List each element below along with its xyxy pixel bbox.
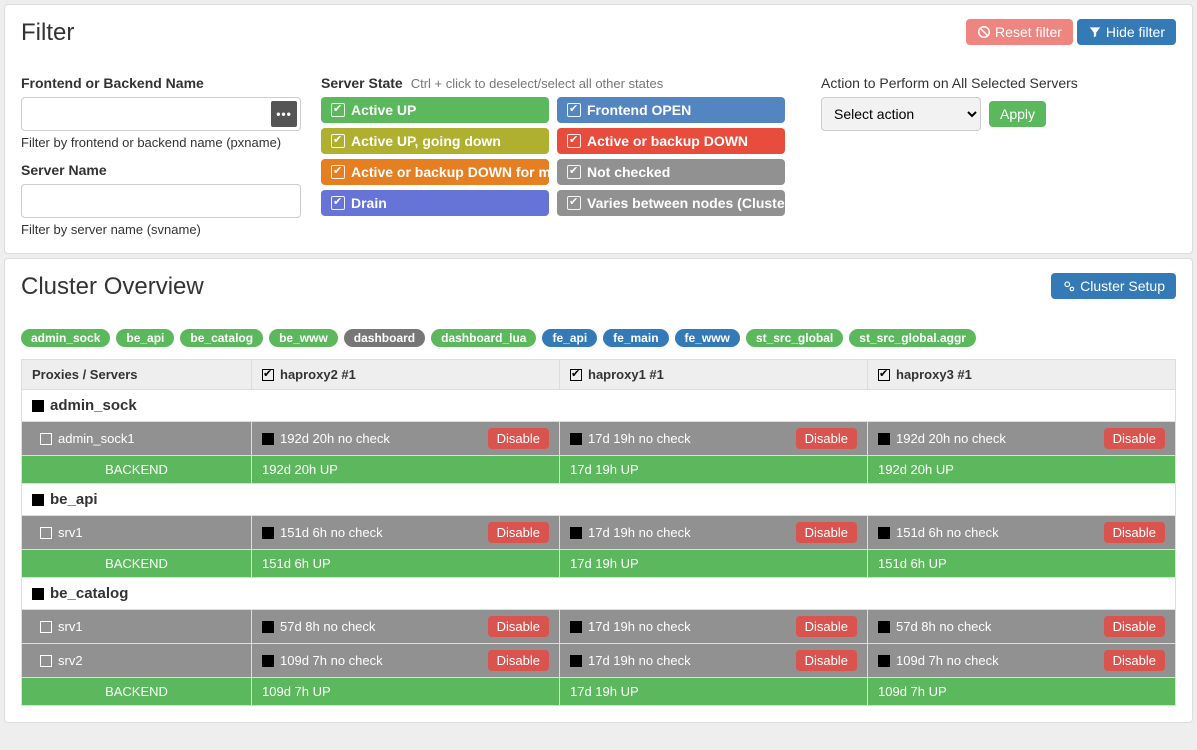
state-toggle[interactable]: Active UP [321, 97, 549, 123]
server-row: srv157d 8h no checkDisable17d 19h no che… [22, 610, 1176, 644]
reset-filter-button[interactable]: Reset filter [966, 19, 1073, 45]
node-header: haproxy2 #1 [252, 360, 560, 390]
proxy-tag[interactable]: st_src_global [746, 329, 843, 347]
server-row: admin_sock1192d 20h no checkDisable17d 1… [22, 422, 1176, 456]
server-row: srv1151d 6h no checkDisable17d 19h no ch… [22, 516, 1176, 550]
disable-button[interactable]: Disable [1104, 650, 1165, 671]
state-checkbox[interactable] [567, 103, 581, 117]
square-icon [570, 527, 582, 539]
group-row: admin_sock [22, 390, 1176, 422]
proxy-tag[interactable]: admin_sock [21, 329, 110, 347]
cluster-setup-button[interactable]: Cluster Setup [1051, 273, 1176, 299]
proxy-tag[interactable]: fe_main [603, 329, 668, 347]
square-icon [570, 433, 582, 445]
disable-button[interactable]: Disable [488, 650, 549, 671]
backend-row: BACKEND151d 6h UP17d 19h UP151d 6h UP [22, 550, 1176, 578]
proxy-tag[interactable]: be_catalog [180, 329, 263, 347]
server-checkbox[interactable] [40, 621, 52, 633]
state-filter-label: Server State [321, 75, 403, 91]
state-toggle[interactable]: Drain [321, 190, 549, 216]
server-filter-hint: Filter by server name (svname) [21, 222, 301, 237]
disable-button[interactable]: Disable [488, 616, 549, 637]
state-toggle[interactable]: Not checked [557, 159, 785, 185]
square-icon [262, 621, 274, 633]
apply-button[interactable]: Apply [989, 101, 1046, 127]
backend-row: BACKEND192d 20h UP17d 19h UP192d 20h UP [22, 456, 1176, 484]
name-filter-hint: Filter by frontend or backend name (pxna… [21, 135, 301, 150]
cluster-table: Proxies / Servershaproxy2 #1haproxy1 #1h… [21, 359, 1176, 706]
node-header: haproxy3 #1 [868, 360, 1176, 390]
hide-filter-button[interactable]: Hide filter [1077, 19, 1176, 45]
node-checkbox[interactable] [878, 369, 890, 381]
disable-button[interactable]: Disable [488, 522, 549, 543]
filter-title: Filter [21, 19, 74, 47]
square-icon [32, 400, 44, 412]
node-header: haproxy1 #1 [560, 360, 868, 390]
square-icon [570, 621, 582, 633]
disable-button[interactable]: Disable [796, 522, 857, 543]
disable-button[interactable]: Disable [796, 616, 857, 637]
proxy-tag[interactable]: be_www [269, 329, 338, 347]
overview-panel: Cluster Overview Cluster Setup admin_soc… [4, 258, 1193, 723]
state-checkbox[interactable] [331, 134, 345, 148]
proxy-tag[interactable]: dashboard [344, 329, 425, 347]
group-row: be_catalog [22, 578, 1176, 610]
proxy-tag[interactable]: fe_api [542, 329, 597, 347]
square-icon [878, 655, 890, 667]
square-icon [878, 621, 890, 633]
state-toggle[interactable]: Frontend OPEN [557, 97, 785, 123]
state-checkbox[interactable] [567, 165, 581, 179]
disable-button[interactable]: Disable [796, 428, 857, 449]
square-icon [32, 494, 44, 506]
state-toggle[interactable]: Active or backup DOWN for maintenance [321, 159, 549, 185]
ban-icon [977, 25, 991, 39]
square-icon [262, 433, 274, 445]
square-icon [32, 588, 44, 600]
server-checkbox[interactable] [40, 433, 52, 445]
square-icon [878, 527, 890, 539]
state-filter-help: Ctrl + click to deselect/select all othe… [411, 76, 664, 91]
state-checkbox[interactable] [331, 196, 345, 210]
proxy-tag[interactable]: dashboard_lua [431, 329, 536, 347]
disable-button[interactable]: Disable [1104, 428, 1165, 449]
overview-title: Cluster Overview [21, 273, 204, 301]
disable-button[interactable]: Disable [1104, 616, 1165, 637]
backend-row: BACKEND109d 7h UP17d 19h UP109d 7h UP [22, 678, 1176, 706]
server-filter-input[interactable] [21, 184, 301, 218]
node-checkbox[interactable] [570, 369, 582, 381]
state-toggle[interactable]: Varies between nodes (Cluster) [557, 190, 785, 216]
name-filter-label: Frontend or Backend Name [21, 75, 301, 91]
server-filter-label: Server Name [21, 162, 301, 178]
state-checkbox[interactable] [331, 103, 345, 117]
square-icon [262, 655, 274, 667]
action-label: Action to Perform on All Selected Server… [821, 75, 1121, 91]
state-checkbox[interactable] [567, 134, 581, 148]
state-toggle[interactable]: Active or backup DOWN [557, 128, 785, 154]
node-checkbox[interactable] [262, 369, 274, 381]
server-checkbox[interactable] [40, 655, 52, 667]
proxy-tag[interactable]: be_api [116, 329, 174, 347]
filter-panel: Filter Reset filter Hide filter Frontend… [4, 4, 1193, 254]
state-toggle[interactable]: Active UP, going down [321, 128, 549, 154]
name-filter-addon-icon[interactable]: ••• [271, 101, 297, 127]
group-row: be_api [22, 484, 1176, 516]
state-checkbox[interactable] [567, 196, 581, 210]
server-checkbox[interactable] [40, 527, 52, 539]
col-proxies: Proxies / Servers [22, 360, 252, 390]
filter-icon [1088, 25, 1102, 39]
cogs-icon [1062, 279, 1076, 293]
proxy-tag[interactable]: fe_www [675, 329, 740, 347]
square-icon [878, 433, 890, 445]
server-row: srv2109d 7h no checkDisable17d 19h no ch… [22, 644, 1176, 678]
square-icon [570, 655, 582, 667]
disable-button[interactable]: Disable [1104, 522, 1165, 543]
name-filter-input[interactable] [21, 97, 301, 131]
proxy-tag[interactable]: st_src_global.aggr [849, 329, 976, 347]
disable-button[interactable]: Disable [796, 650, 857, 671]
disable-button[interactable]: Disable [488, 428, 549, 449]
square-icon [262, 527, 274, 539]
action-select[interactable]: Select action [821, 97, 981, 131]
state-checkbox[interactable] [331, 165, 345, 179]
